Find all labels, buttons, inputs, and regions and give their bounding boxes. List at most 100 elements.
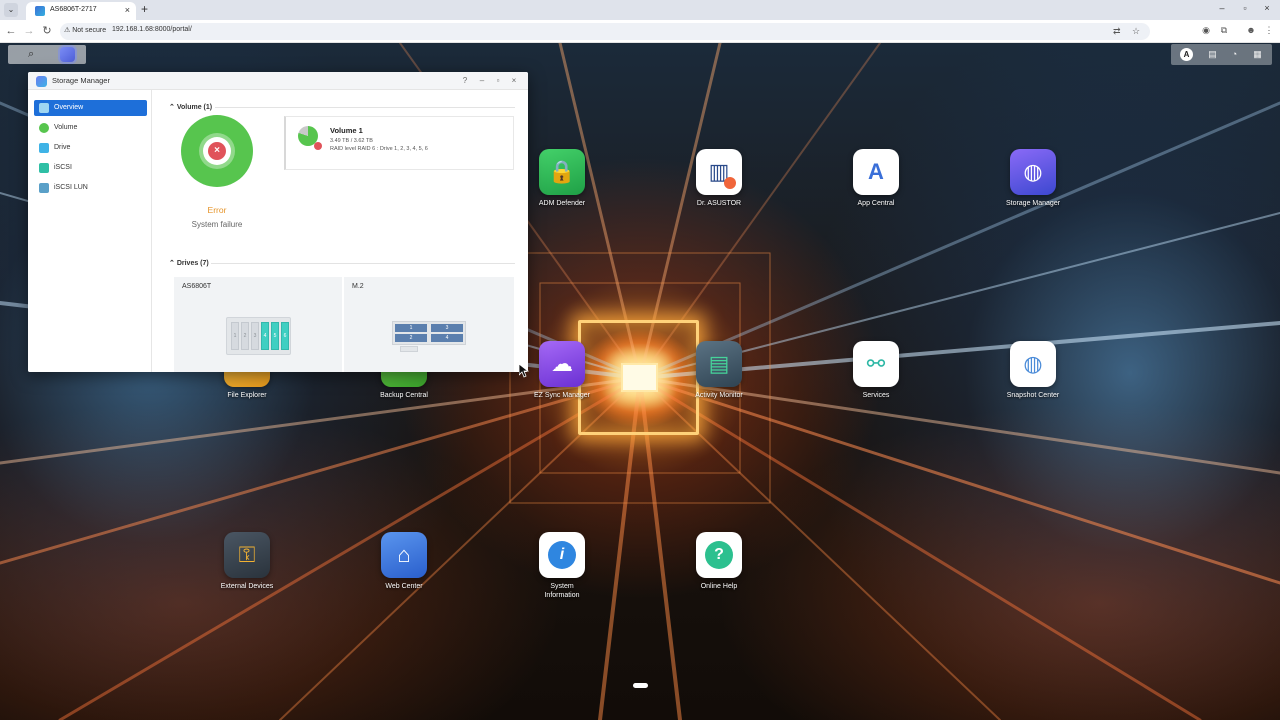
tab-search-button[interactable]: ⌄ xyxy=(4,3,18,17)
reload-button[interactable]: ↻ xyxy=(41,25,53,37)
mouse-pointer-icon xyxy=(519,364,529,378)
volume-card[interactable]: Volume 1 3.49 TB / 3.62 TB RAID level RA… xyxy=(284,116,514,170)
m2-connector xyxy=(400,346,418,352)
volume-raid-info: RAID level RAID 6 : Drive 1, 2, 3, 4, 5,… xyxy=(330,146,428,152)
drive-bay[interactable]: 1 xyxy=(231,322,239,350)
section-divider xyxy=(211,263,515,264)
drives-section-heading[interactable]: ⌃ Drives (7) xyxy=(169,259,209,267)
app-label: System Information xyxy=(544,583,580,599)
drive-panel-as6806t[interactable]: AS6806T 1 2 3 4 5 6 xyxy=(174,277,342,372)
browser-menu-icon[interactable]: ⋮ xyxy=(1263,25,1275,36)
url-text[interactable]: 192.168.1.68:8000/portal/ xyxy=(112,26,192,33)
lock-shield-icon: 🔒 xyxy=(539,149,585,195)
app-dr-asustor[interactable]: ▥ Dr. ASUSTOR xyxy=(664,149,774,208)
chevron-up-icon: ⌃ xyxy=(169,104,175,111)
profile-icon[interactable]: ☻ xyxy=(1245,25,1257,35)
drive-bay[interactable]: 4 xyxy=(261,322,269,350)
sidebar-item-iscsi[interactable]: iSCSI xyxy=(34,160,147,176)
app-label: EZ Sync Manager xyxy=(533,392,591,399)
section-divider xyxy=(215,107,515,108)
security-label: Not secure xyxy=(72,27,107,34)
app-label: Dr. ASUSTOR xyxy=(696,200,742,207)
sidebar-item-iscsi-lun[interactable]: iSCSI LUN xyxy=(34,180,147,196)
error-x-icon: × xyxy=(208,142,226,160)
minimize-button[interactable]: – xyxy=(477,76,487,85)
activity-icon[interactable]: ◔ xyxy=(1228,48,1241,61)
tab-favicon-icon xyxy=(35,6,45,16)
user-account-icon[interactable]: A xyxy=(1180,48,1193,61)
close-window-button[interactable]: × xyxy=(1261,3,1273,13)
help-icon: ? xyxy=(696,532,742,578)
drive-bay[interactable]: 2 xyxy=(241,322,249,350)
app-web-center[interactable]: ⌂ Web Center xyxy=(349,532,459,591)
sidebar-item-drive[interactable]: Drive xyxy=(34,140,147,156)
app-label: File Explorer xyxy=(227,392,267,399)
m2-slot[interactable]: 4 xyxy=(431,334,463,342)
app-activity-monitor[interactable]: ▤ Activity Monitor xyxy=(664,341,774,400)
drive-panel-title: M.2 xyxy=(352,283,364,290)
translate-icon[interactable]: ⇄ xyxy=(1113,26,1121,37)
app-app-central[interactable]: A App Central xyxy=(821,149,931,208)
usb-icon: ⚿ xyxy=(224,532,270,578)
widgets-icon[interactable]: ▦ xyxy=(1251,48,1264,61)
minimize-window-button[interactable]: – xyxy=(1216,3,1228,13)
drive-panel-title: AS6806T xyxy=(182,283,212,290)
desktop-page-indicator[interactable] xyxy=(633,683,648,688)
volume-icon xyxy=(39,123,49,133)
back-button[interactable]: ← xyxy=(5,25,17,37)
security-indicator[interactable]: ⚠ Not secure xyxy=(64,26,106,37)
chevron-up-icon: ⌃ xyxy=(169,260,175,267)
bookmark-star-icon[interactable]: ☆ xyxy=(1132,26,1140,37)
monitor-icon: ▤ xyxy=(696,341,742,387)
volume-section-heading[interactable]: ⌃ Volume (1) xyxy=(169,103,212,111)
new-tab-button[interactable]: + xyxy=(141,2,148,16)
overview-icon xyxy=(39,103,49,113)
notification-icon[interactable]: ▤ xyxy=(1206,48,1219,61)
help-icon[interactable]: ? xyxy=(460,76,470,85)
m2-slot[interactable]: 1 xyxy=(395,324,427,332)
window-titlebar[interactable]: Storage Manager ? – ▫ × xyxy=(28,72,528,90)
app-snapshot-center[interactable]: ◍ Snapshot Center xyxy=(978,341,1088,400)
sidebar-item-overview[interactable]: Overview xyxy=(34,100,147,116)
volume-status-detail: System failure xyxy=(191,220,243,229)
volume-status-donut: × xyxy=(181,115,253,187)
address-bar[interactable]: ⚠ Not secure 192.168.1.68:8000/portal/ ⇄… xyxy=(60,23,1150,40)
volume-status: Error xyxy=(207,205,227,215)
sidebar-item-label: iSCSI LUN xyxy=(54,184,88,191)
app-label: Activity Monitor xyxy=(695,392,743,399)
close-button[interactable]: × xyxy=(509,76,519,85)
desktop-search-button[interactable]: ⌕ xyxy=(8,45,46,64)
app-label: Web Center xyxy=(385,583,423,590)
sidebar-item-volume[interactable]: Volume xyxy=(34,120,147,136)
sidebar-item-label: Drive xyxy=(54,144,71,151)
app-label: Services xyxy=(862,392,890,399)
maximize-button[interactable]: ▫ xyxy=(493,76,503,85)
drive-bay[interactable]: 5 xyxy=(271,322,279,350)
tab-close-icon[interactable]: × xyxy=(125,5,130,15)
drive-panel-m2[interactable]: M.2 1 3 2 4 xyxy=(344,277,514,372)
taskbar-storage-manager-icon[interactable] xyxy=(60,47,75,62)
volume-usage: 3.49 TB / 3.62 TB xyxy=(330,138,373,144)
clinic-icon: ▥ xyxy=(696,149,742,195)
app-online-help[interactable]: ? Online Help xyxy=(664,532,774,591)
m2-slot[interactable]: 2 xyxy=(395,334,427,342)
restore-window-button[interactable]: ▫ xyxy=(1239,3,1251,13)
extension-icon[interactable]: ◉ xyxy=(1200,25,1212,36)
m2-slot[interactable]: 3 xyxy=(431,324,463,332)
app-storage-manager[interactable]: ◍ Storage Manager xyxy=(978,149,1088,208)
drive-bay[interactable]: 3 xyxy=(251,322,259,350)
app-system-information[interactable]: i System Information xyxy=(507,532,617,600)
extensions-puzzle-icon[interactable]: ⧉ xyxy=(1218,25,1230,36)
cloud-sync-icon: ☁ xyxy=(539,341,585,387)
warning-icon: ⚠ xyxy=(64,27,71,34)
storage-manager-content: ⌃ Volume (1) × Error System failure Volu… xyxy=(153,90,528,372)
app-external-devices[interactable]: ⚿ External Devices xyxy=(192,532,302,591)
tab-title: AS6806T-2717 xyxy=(50,6,97,13)
forward-button[interactable]: → xyxy=(23,25,35,37)
browser-tab[interactable]: AS6806T-2717 × xyxy=(26,2,136,20)
m2-slot-diagram: 1 3 2 4 xyxy=(392,321,466,345)
drive-bay[interactable]: 6 xyxy=(281,322,289,350)
sidebar-item-label: Volume xyxy=(54,124,78,131)
app-services[interactable]: ⚯ Services xyxy=(821,341,931,400)
section-heading-text: Volume (1) xyxy=(176,104,213,111)
